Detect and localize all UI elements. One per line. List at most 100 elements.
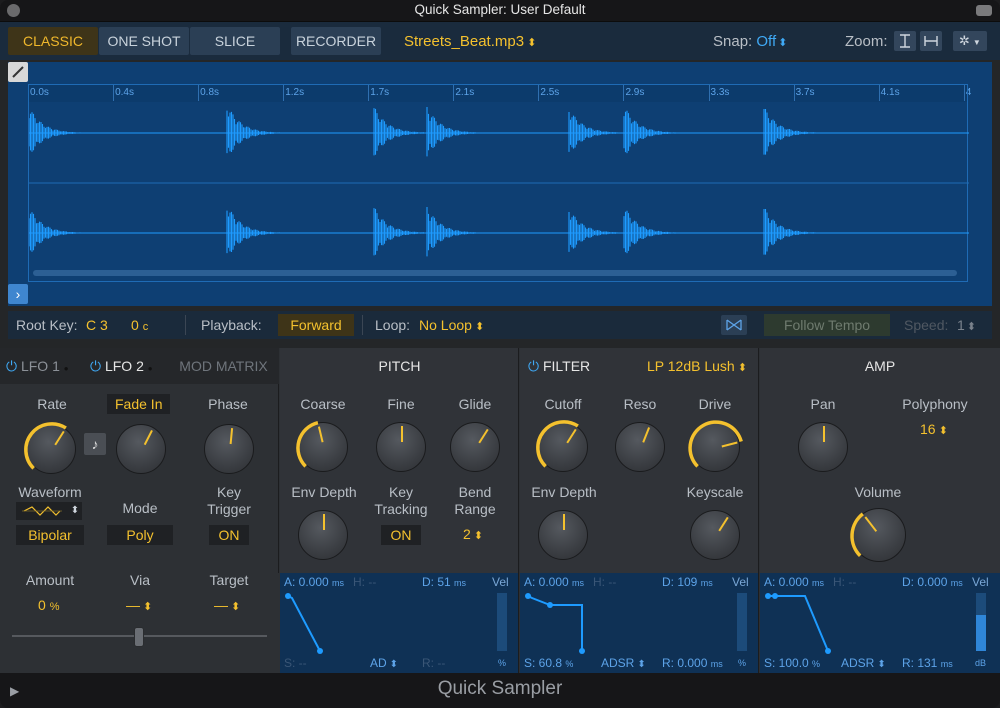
keyscale-knob[interactable] xyxy=(690,510,740,560)
amp-vel-slider[interactable] xyxy=(976,593,986,651)
keyscale-label: Keyscale xyxy=(686,484,744,500)
filter-env-attack[interactable]: A: 0.000 ms xyxy=(524,575,584,589)
reso-knob[interactable] xyxy=(615,422,665,472)
cents-value: 0 xyxy=(131,317,139,333)
snap-control[interactable]: Snap: Off ⬍ xyxy=(713,33,787,50)
attack-value: A: 0.000 xyxy=(284,575,329,589)
polyphony-selector[interactable]: 16 ⬍ xyxy=(920,421,948,437)
env-mode-value: AD xyxy=(370,656,387,670)
vertical-zoom-icon xyxy=(900,34,910,48)
fine-tune-cents[interactable]: 0 c xyxy=(131,317,148,333)
mode-oneshot-button[interactable]: ONE SHOT xyxy=(99,27,189,55)
filter-vel-slider[interactable] xyxy=(737,593,747,651)
filter-env-depth-knob[interactable] xyxy=(538,510,588,560)
pan-knob[interactable] xyxy=(798,422,848,472)
key-tracking-button[interactable]: ON xyxy=(381,525,421,545)
poly-mode-button[interactable]: Poly xyxy=(107,525,173,545)
amp-env-vel-label: Vel xyxy=(972,575,989,589)
cutoff-knob[interactable] xyxy=(536,420,588,472)
release-value: R: 0.000 xyxy=(662,656,708,670)
note-sync-button[interactable]: ♪ xyxy=(84,433,106,455)
key-trigger-button[interactable]: ON xyxy=(209,525,249,545)
fade-in-knob[interactable] xyxy=(116,424,166,474)
drive-knob[interactable] xyxy=(688,420,743,472)
loop-mode-selector[interactable]: No Loop ⬍ xyxy=(419,317,484,333)
updown-arrow-icon: ⬍ xyxy=(473,530,484,542)
amp-env-mode-selector[interactable]: ADSR ⬍ xyxy=(841,656,886,670)
waveform-scrollbar[interactable] xyxy=(33,270,957,276)
amp-env-decay[interactable]: D: 0.000 ms xyxy=(902,575,963,589)
via-selector[interactable]: — ⬍ xyxy=(126,597,152,613)
pitch-env-depth-knob[interactable] xyxy=(298,510,348,560)
filter-env-decay[interactable]: D: 109 ms xyxy=(662,575,713,589)
settings-menu-button[interactable]: ✲ ▼ xyxy=(953,31,987,51)
target-selector[interactable]: — ⬍ xyxy=(214,597,240,613)
pitch-env-release[interactable]: R: -- xyxy=(422,656,445,670)
playback-forward-button[interactable]: Forward xyxy=(278,314,354,336)
fade-in-selector[interactable]: Fade In xyxy=(107,394,171,414)
phase-knob[interactable] xyxy=(204,424,254,474)
pitch-env-hold[interactable]: H: -- xyxy=(353,575,376,589)
power-icon: ⏻ xyxy=(90,358,102,374)
window-resize-button[interactable] xyxy=(976,5,992,16)
waveform-stepper[interactable]: ⬍ xyxy=(68,502,82,520)
waveform-selector[interactable] xyxy=(16,502,68,520)
amp-env-release[interactable]: R: 131 ms xyxy=(902,656,953,670)
knob-indicator xyxy=(143,429,153,446)
pencil-tool-button[interactable] xyxy=(8,62,28,82)
tab-mod-matrix[interactable]: MOD MATRIX xyxy=(168,358,279,374)
power-icon: ⏻ xyxy=(528,358,540,374)
expand-arrow-button[interactable]: › xyxy=(8,284,28,304)
sample-file-selector[interactable]: Streets_Beat.mp3 ⬍ xyxy=(404,33,536,50)
crossfade-button[interactable] xyxy=(721,315,747,335)
mode-recorder-button[interactable]: RECORDER xyxy=(291,27,381,55)
decay-value: D: 109 xyxy=(662,575,698,589)
follow-tempo-button[interactable]: Follow Tempo xyxy=(764,314,890,336)
updown-arrow-icon: ⬍ xyxy=(877,659,886,670)
pitch-vel-slider[interactable] xyxy=(497,593,507,651)
waveform-display[interactable] xyxy=(28,84,969,282)
filter-env-sustain[interactable]: S: 60.8 % xyxy=(524,656,573,670)
updown-arrow-icon: ⬍ xyxy=(70,505,80,516)
decay-unit: ms xyxy=(700,578,713,588)
amp-env-attack[interactable]: A: 0.000 ms xyxy=(764,575,824,589)
filter-env-mode-selector[interactable]: ADSR ⬍ xyxy=(601,656,646,670)
tab-lfo2[interactable]: ⏻ LFO 2 ● xyxy=(84,352,167,380)
pitch-env-sustain[interactable]: S: -- xyxy=(284,656,307,670)
filter-env-hold[interactable]: H: -- xyxy=(593,575,616,589)
amount-value[interactable]: 0 % xyxy=(38,597,59,613)
amp-env-hold[interactable]: H: -- xyxy=(833,575,856,589)
rate-knob[interactable] xyxy=(24,422,76,474)
pitch-title: PITCH xyxy=(378,358,421,374)
amp-vel-fill xyxy=(976,615,986,651)
dot-icon: ● xyxy=(63,364,69,373)
filter-type-selector[interactable]: LP 12dB Lush ⬍ xyxy=(647,358,747,374)
gear-icon: ✲ xyxy=(959,33,970,48)
mode-slice-button[interactable]: SLICE xyxy=(190,27,280,55)
filter-env-release[interactable]: R: 0.000 ms xyxy=(662,656,723,670)
pitch-env-attack[interactable]: A: 0.000 ms xyxy=(284,575,344,589)
root-key-value[interactable]: C 3 xyxy=(86,317,108,333)
amp-env-sustain[interactable]: S: 100.0 % xyxy=(764,656,820,670)
fine-knob[interactable] xyxy=(376,422,426,472)
speed-selector[interactable]: 1 ⬍ xyxy=(957,317,976,333)
knob-indicator xyxy=(536,420,579,468)
divider xyxy=(185,315,186,335)
volume-knob[interactable] xyxy=(850,508,906,562)
amount-slider-handle[interactable] xyxy=(134,627,144,647)
via-label: Via xyxy=(130,572,150,588)
mode-classic-button[interactable]: CLASSIC xyxy=(8,27,98,55)
updown-arrow-icon: ⬍ xyxy=(778,37,788,49)
zoom-horizontal-button[interactable] xyxy=(920,31,942,51)
target-label: Target xyxy=(209,572,249,588)
bend-range-selector[interactable]: 2 ⬍ xyxy=(463,526,483,542)
bipolar-button[interactable]: Bipolar xyxy=(16,525,84,545)
updown-arrow-icon: ⬍ xyxy=(938,425,948,437)
pitch-env-mode-selector[interactable]: AD ⬍ xyxy=(370,656,398,670)
coarse-knob[interactable] xyxy=(296,420,348,472)
glide-knob[interactable] xyxy=(450,422,500,472)
pitch-env-decay[interactable]: D: 51 ms xyxy=(422,575,466,589)
zoom-vertical-button[interactable] xyxy=(894,31,916,51)
tab-lfo1[interactable]: ⏻ LFO 1 ● xyxy=(0,352,83,380)
filter-power-toggle[interactable]: ⏻ FILTER xyxy=(528,358,590,375)
